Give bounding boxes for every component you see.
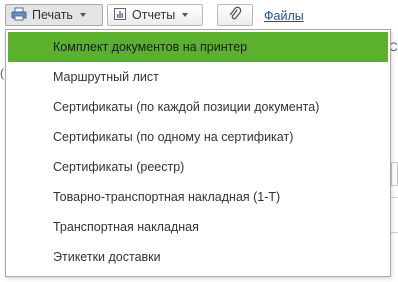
print-button[interactable]: Печать [5,4,103,26]
reports-button-label: Отчеты [132,8,176,22]
divider [391,197,398,198]
printer-icon [11,7,27,24]
report-icon [113,7,127,24]
paperclip-icon [228,6,242,25]
menu-item-certificates-per-certificate[interactable]: Сертификаты (по одному на сертификат) [8,122,388,152]
files-link[interactable]: Файлы [264,9,304,23]
print-dropdown-menu: Комплект документов на принтер Маршрутны… [5,29,391,277]
chevron-down-icon [79,13,86,17]
reports-button[interactable]: Отчеты [107,4,203,26]
menu-item-transport-waybill[interactable]: Транспортная накладная [8,212,388,242]
menu-item-certificates-registry[interactable]: Сертификаты (реестр) [8,152,388,182]
toolbar: Печать Отчеты Файлы [0,0,398,30]
print-button-label: Печать [32,8,73,22]
menu-item-certificates-per-position[interactable]: Сертификаты (по каждой позиции документа… [8,92,388,122]
menu-item-consignment-note-1t[interactable]: Товарно-транспортная накладная (1-Т) [8,182,388,212]
background-fragment: ( [0,66,4,80]
menu-item-route-sheet[interactable]: Маршрутный лист [8,62,388,92]
divider [391,232,398,233]
attach-button[interactable] [217,4,253,26]
menu-item-document-set-to-printer[interactable]: Комплект документов на принтер [8,32,388,62]
chevron-down-icon [182,13,189,17]
background-field [391,162,398,186]
menu-item-delivery-labels[interactable]: Этикетки доставки [8,242,388,272]
